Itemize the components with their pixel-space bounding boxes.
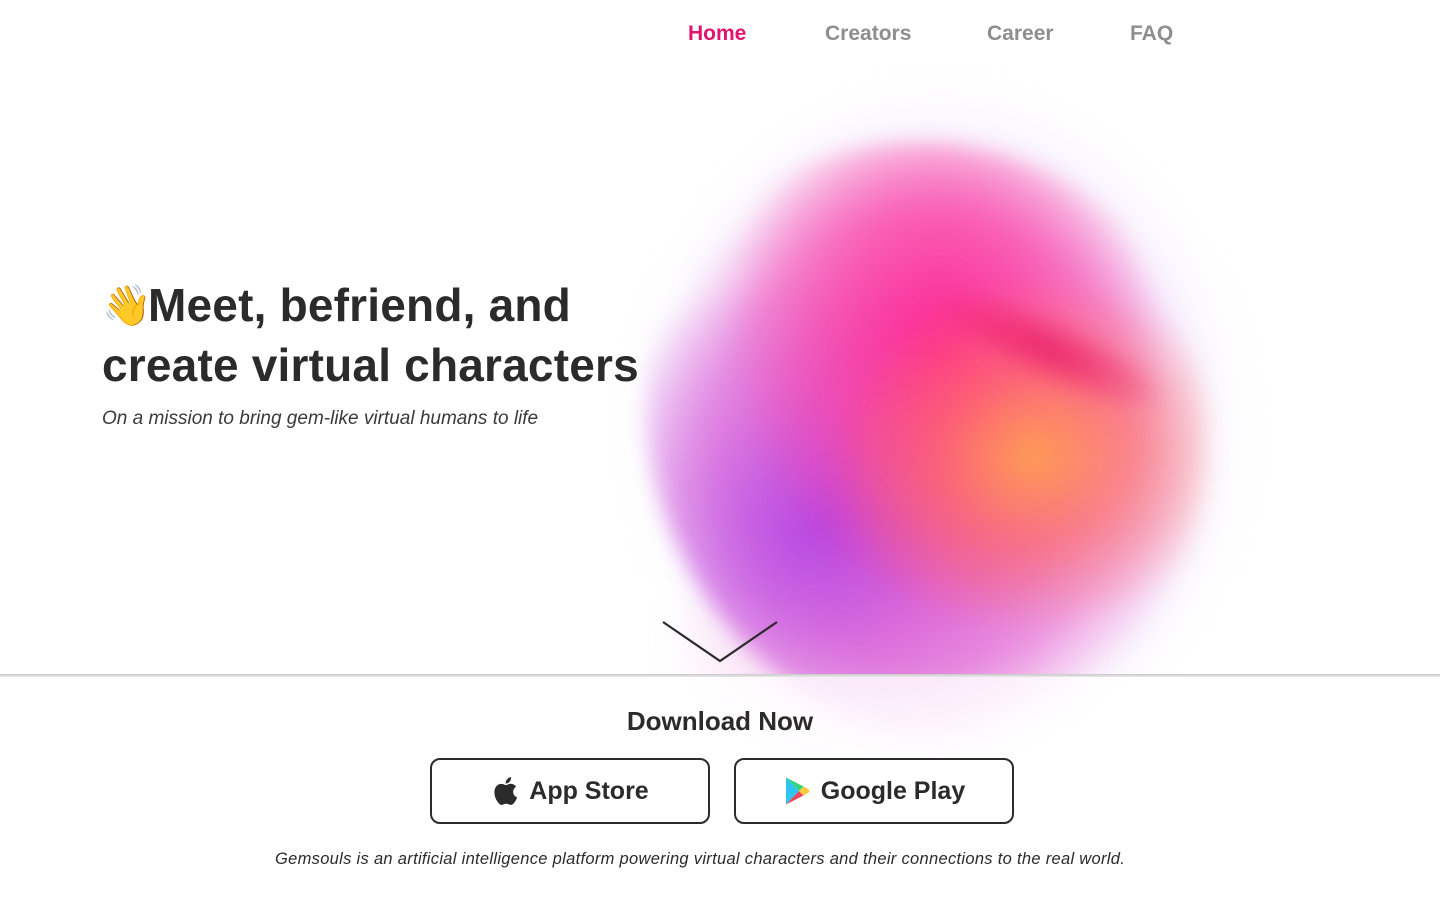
hero-subtitle: On a mission to bring gem-like virtual h… — [102, 408, 539, 429]
nav-home[interactable]: Home — [688, 22, 746, 46]
app-store-label: App Store — [529, 776, 649, 805]
nav-career[interactable]: Career — [987, 22, 1054, 46]
download-title: Download Now — [626, 706, 814, 736]
apple-icon — [494, 777, 518, 805]
hero-title-line1: Meet, befriend, and — [148, 279, 571, 331]
company-description: Gemsouls is an artificial intelligence p… — [275, 850, 1126, 868]
blob-streak — [917, 265, 1183, 435]
google-play-icon — [785, 777, 809, 805]
google-play-label: Google Play — [820, 776, 966, 805]
waving-hand-icon: 👋 — [102, 284, 153, 328]
app-store-button[interactable]: App Store — [430, 758, 710, 824]
google-play-button[interactable]: Google Play — [734, 758, 1014, 824]
hero-title-line2: create virtual characters — [102, 339, 639, 391]
chevron-down-icon[interactable] — [662, 618, 778, 664]
hero-title: 👋Meet, befriend, and create virtual char… — [102, 276, 722, 395]
nav-faq[interactable]: FAQ — [1130, 22, 1173, 46]
top-nav: Home Creators Career FAQ — [0, 22, 1440, 52]
nav-creators[interactable]: Creators — [825, 22, 911, 46]
